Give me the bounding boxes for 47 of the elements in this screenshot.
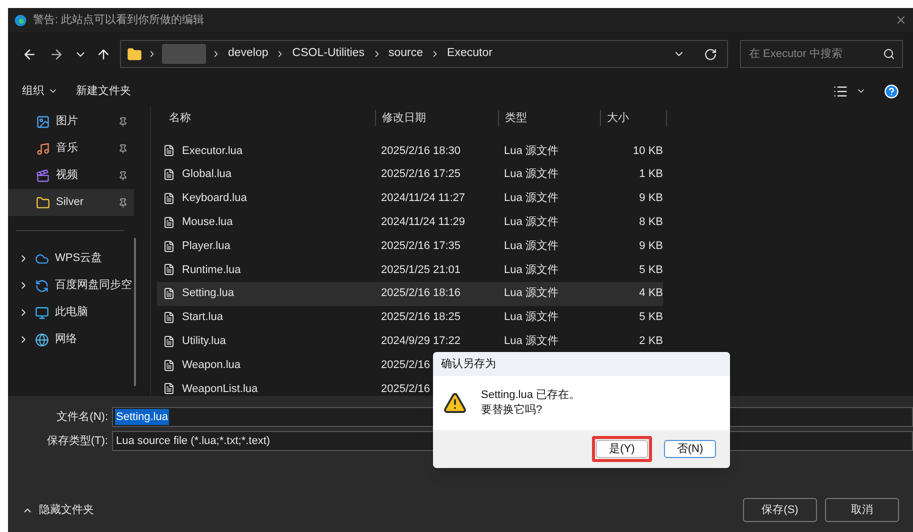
- dialog-title: 确认另存为: [433, 352, 730, 376]
- date-cell: 2025/2/16: [381, 358, 430, 371]
- type-cell: Lua 源文件: [504, 168, 558, 180]
- file-name: Executor.lua: [182, 144, 243, 159]
- file-name: Start.lua: [182, 310, 223, 326]
- type-cell: Lua 源文件: [504, 144, 558, 157]
- date-cell: 2025/2/16 18:16: [381, 287, 461, 300]
- field-label: 保存类型(T):: [46, 434, 109, 449]
- size-cell: 9 KB: [639, 240, 663, 252]
- date-cell: 2024/11/24 11:29: [381, 216, 466, 228]
- type-cell: Lua 源文件: [504, 287, 558, 300]
- size-cell: 9 KB: [639, 192, 663, 204]
- file-name: Utility.lua: [182, 334, 226, 350]
- size-cell: 2 KB: [639, 335, 663, 348]
- field-label: 文件名(N):: [56, 410, 109, 425]
- type-cell: Lua 源文件: [504, 311, 558, 324]
- size-cell: 5 KB: [639, 311, 663, 324]
- size-cell: 10 KB: [633, 144, 663, 157]
- dialog-message: Setting.lua 已存在。: [481, 388, 580, 403]
- file-name: Player.lua: [182, 238, 230, 254]
- file-name: Weapon.lua: [182, 358, 241, 373]
- date-cell: 2025/2/16: [381, 382, 430, 395]
- date-cell: 2025/1/25 21:01: [381, 264, 461, 276]
- type-cell: Lua 源文件: [504, 192, 558, 204]
- dialog-question: 要替换它吗?: [481, 403, 544, 418]
- selected-text: Setting.lua: [115, 408, 169, 426]
- date-cell: 2024/11/24 11:27: [381, 192, 466, 204]
- file-name: Mouse.lua: [182, 215, 233, 230]
- size-cell: 1 KB: [639, 168, 663, 180]
- file-name: Setting.lua: [182, 286, 234, 302]
- file-name: Keyboard.lua: [182, 191, 247, 206]
- size-cell: 4 KB: [639, 287, 663, 300]
- date-cell: 2025/2/16 17:25: [381, 168, 461, 180]
- date-cell: 2025/2/16 18:25: [381, 311, 461, 324]
- window-title: 警告: 此站点可以看到你所做的编辑: [33, 12, 204, 28]
- type-cell: Lua 源文件: [504, 240, 558, 252]
- size-cell: 5 KB: [639, 264, 663, 276]
- file-name: Runtime.lua: [182, 262, 241, 278]
- type-cell: Lua 源文件: [504, 335, 558, 348]
- size-cell: 8 KB: [639, 216, 663, 228]
- date-cell: 2024/9/29 17:22: [381, 335, 461, 348]
- type-cell: Lua 源文件: [504, 264, 558, 276]
- file-name: WeaponList.lua: [182, 382, 258, 397]
- type-cell: Lua 源文件: [504, 216, 558, 228]
- date-cell: 2025/2/16 18:30: [381, 144, 461, 157]
- file-name: Global.lua: [182, 167, 232, 182]
- date-cell: 2025/2/16 17:35: [381, 240, 461, 252]
